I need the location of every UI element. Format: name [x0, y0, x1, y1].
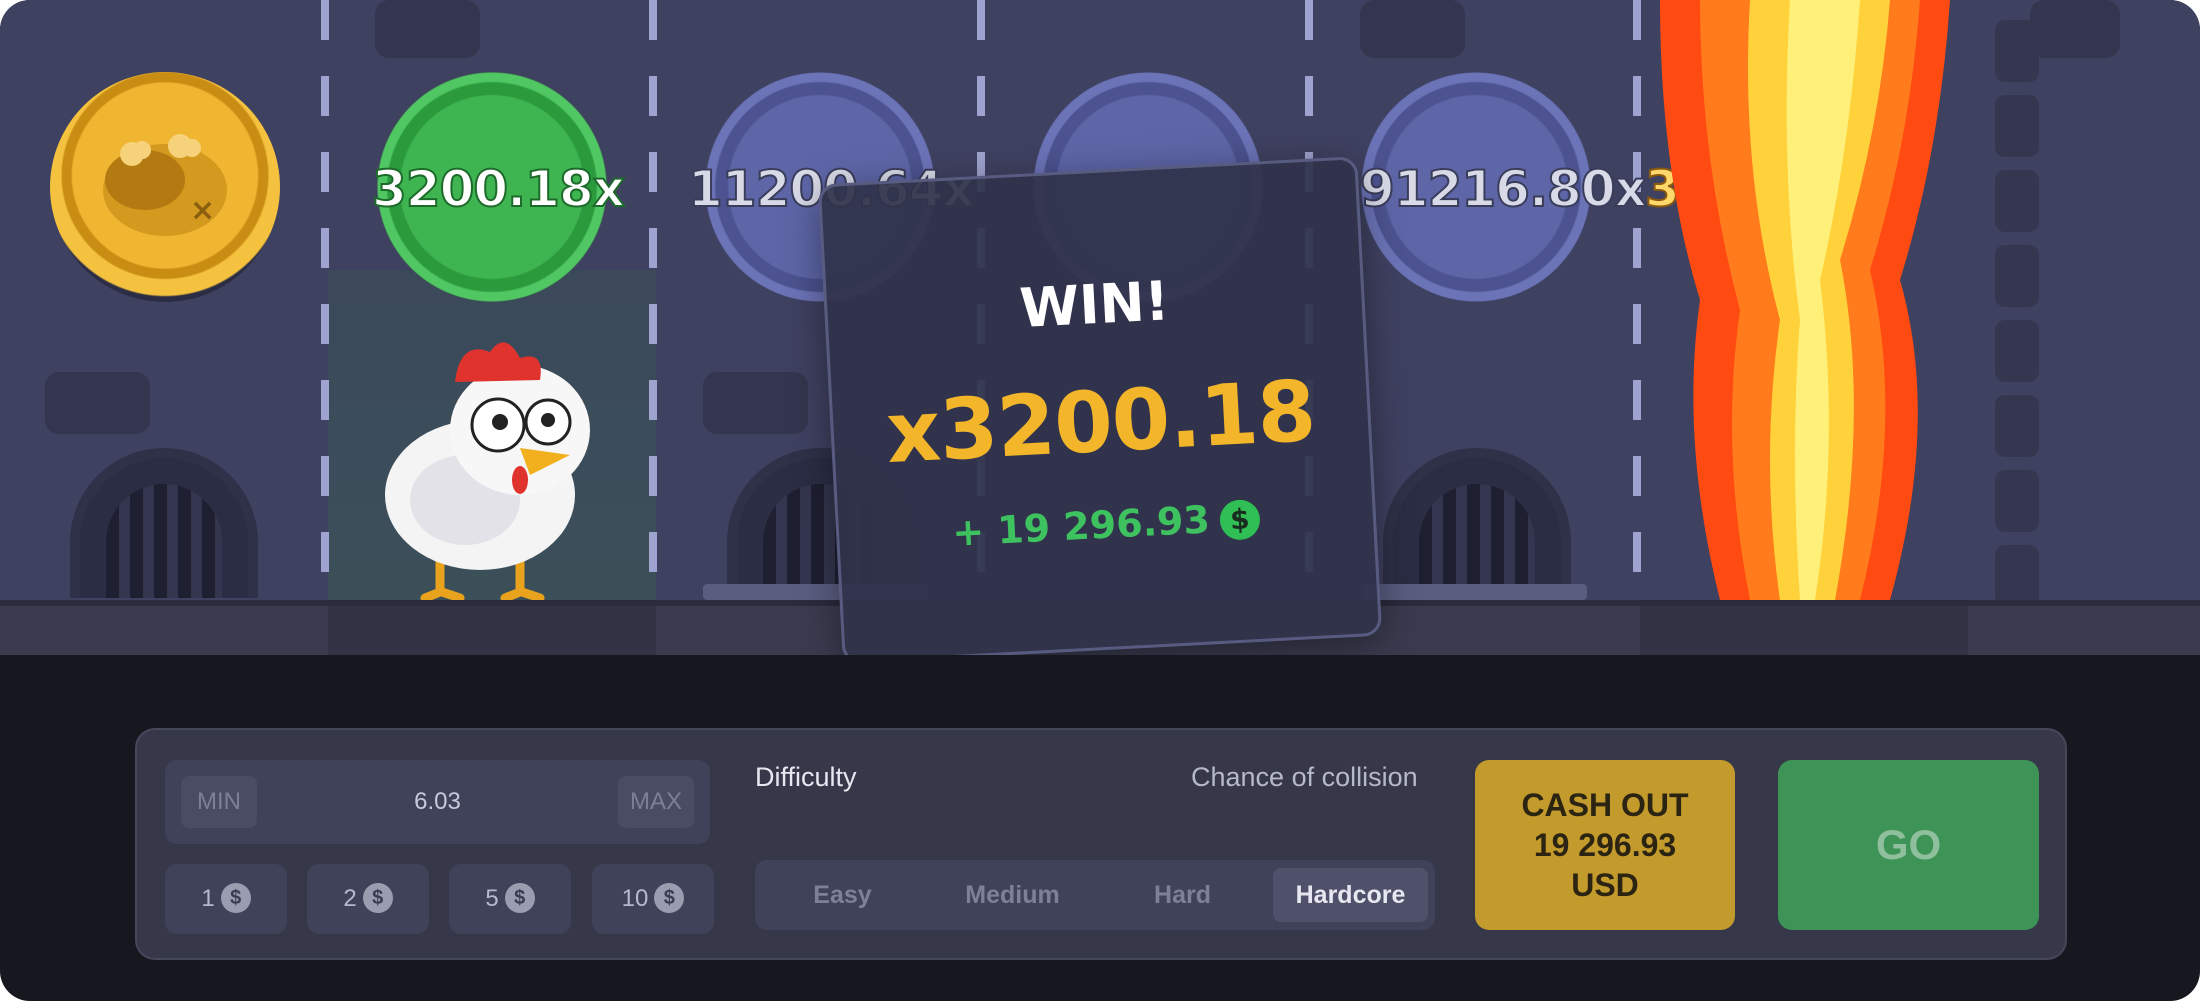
game-window: × 3200.18x 11200.64x 91216.80x 3203	[0, 0, 2200, 1001]
quick-bet-1-button[interactable]: 1 $	[165, 864, 287, 934]
lane-multiplier: 3200.18x	[371, 159, 626, 219]
lane-divider	[321, 0, 329, 600]
quick-bet-2-button[interactable]: 2 $	[307, 864, 429, 934]
wall-tile	[703, 372, 808, 434]
win-title: WIN!	[1018, 269, 1171, 341]
win-amount: + 19 296.93 $	[838, 489, 1374, 561]
wall-tile	[1360, 0, 1465, 58]
sewer-door	[70, 448, 258, 598]
dollar-icon: $	[362, 883, 393, 913]
lane-divider	[649, 0, 657, 600]
dollar-icon: $	[654, 883, 685, 913]
chip-label: 1	[201, 885, 215, 912]
difficulty-easy-button[interactable]: Easy	[765, 868, 920, 922]
go-button[interactable]: GO	[1778, 760, 2039, 930]
min-bet-button[interactable]: MIN	[181, 776, 257, 828]
dollar-icon: $	[504, 883, 535, 913]
svg-text:×: ×	[190, 193, 215, 228]
difficulty-selector: Easy Medium Hard Hardcore	[755, 860, 1435, 930]
roast-chicken-icon: ×	[103, 134, 227, 236]
game-scene: × 3200.18x 11200.64x 91216.80x 3203	[0, 0, 2200, 655]
quick-bet-5-button[interactable]: 5 $	[449, 864, 571, 934]
win-popup: WIN! x3200.18 + 19 296.93 $	[817, 156, 1383, 655]
difficulty-hard-button[interactable]: Hard	[1105, 868, 1260, 922]
win-multiplier: x3200.18	[883, 361, 1318, 483]
dollar-icon: $	[1218, 498, 1261, 541]
dollar-icon: $	[220, 883, 251, 913]
fire-hazard	[1660, 0, 1950, 600]
door-sill	[1362, 584, 1587, 600]
cooked-chicken-coin: ×	[50, 72, 280, 302]
max-bet-button[interactable]: MAX	[618, 776, 694, 828]
chip-label: 2	[343, 885, 357, 912]
collision-chance-label: Chance of collision	[1191, 762, 1418, 792]
difficulty-hardcore-button[interactable]: Hardcore	[1273, 868, 1428, 922]
quick-bet-10-button[interactable]: 10 $	[592, 864, 714, 934]
sewer-door	[1383, 448, 1571, 598]
bet-amount-input[interactable]: MIN 6.03 MAX	[165, 760, 710, 844]
cash-out-currency: USD	[1571, 867, 1639, 903]
difficulty-medium-button[interactable]: Medium	[935, 868, 1090, 922]
win-amount-value: + 19 296.93	[951, 497, 1211, 555]
bet-amount-value[interactable]: 6.03	[265, 760, 610, 844]
chip-label: 5	[485, 885, 499, 912]
cash-out-label: CASH OUT	[1521, 787, 1689, 823]
chicken-character	[385, 342, 590, 600]
chip-label: 10	[621, 885, 649, 912]
wall-tile	[45, 372, 150, 434]
cash-out-amount: 19 296.93	[1533, 827, 1677, 863]
difficulty-label: Difficulty	[755, 762, 857, 792]
cash-out-button[interactable]: CASH OUT 19 296.93 USD	[1475, 760, 1735, 930]
control-panel: MIN 6.03 MAX 1 $ 2 $ 5 $ 10 $ Difficulty Cha…	[135, 728, 2067, 960]
lane-multiplier: 91216.80x	[1359, 159, 1648, 219]
wall-tile	[375, 0, 480, 58]
brick-wall	[1965, 0, 2095, 607]
